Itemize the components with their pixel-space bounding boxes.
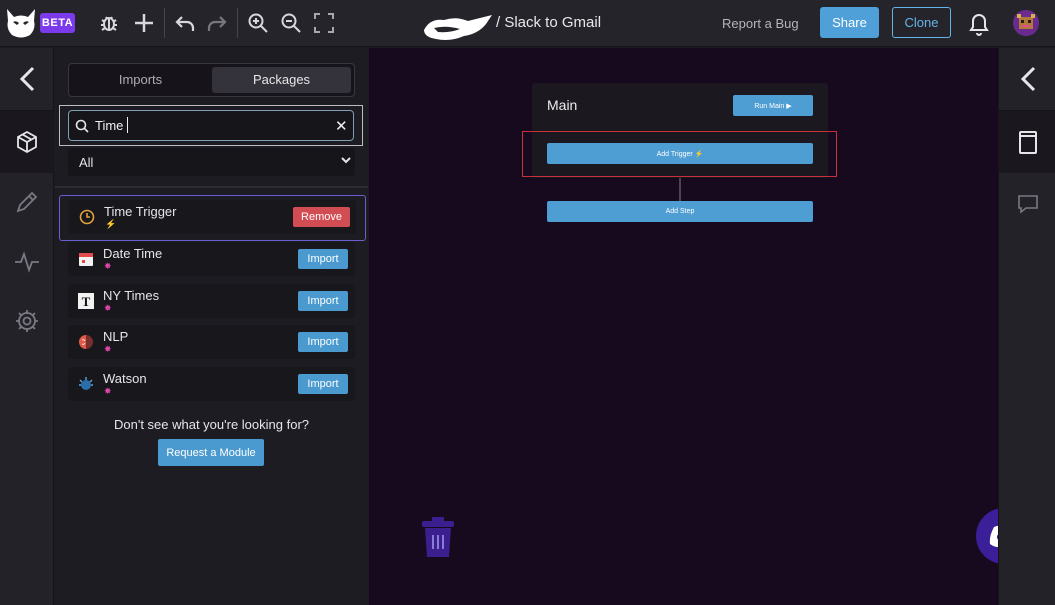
avatar-icon <box>1013 10 1039 36</box>
import-button[interactable]: Import <box>298 332 348 352</box>
toolbar-divider <box>164 8 165 38</box>
redacted-username <box>424 15 492 40</box>
collapse-panel-button[interactable] <box>0 48 54 110</box>
undo-icon[interactable] <box>174 12 196 34</box>
rail-item-edit[interactable] <box>0 171 54 233</box>
list-item[interactable]: Date Time ✸ Import <box>68 242 355 276</box>
share-button[interactable]: Share <box>820 7 879 38</box>
search-icon <box>75 119 89 133</box>
nytimes-icon: T <box>78 293 94 309</box>
watson-icon <box>79 377 93 390</box>
package-name: Watson <box>103 371 147 386</box>
beta-badge: BETA <box>40 13 75 33</box>
list-item-body: Time Trigger ⚡ Remove <box>69 200 356 234</box>
tab-imports[interactable]: Imports <box>72 67 209 93</box>
chevron-left-icon <box>19 66 35 92</box>
not-found-text: Don't see what you're looking for? <box>113 417 310 432</box>
clone-button[interactable]: Clone <box>892 7 951 38</box>
fullscreen-icon[interactable] <box>313 12 335 34</box>
packages-panel: Imports Packages Time ✕ All Time Trigger… <box>55 48 368 605</box>
right-rail <box>998 48 1055 605</box>
pencil-icon <box>16 191 38 213</box>
add-icon[interactable] <box>133 12 155 34</box>
import-button[interactable]: Import <box>298 374 348 394</box>
brain-icon <box>79 335 93 349</box>
search-value: Time <box>95 118 124 133</box>
action-badge-icon: ✸ <box>104 344 112 354</box>
panel-divider <box>55 186 368 188</box>
rail-item-activity[interactable] <box>0 230 54 292</box>
list-item[interactable]: NLP ✸ Import <box>68 325 355 359</box>
list-item[interactable]: T NY Times ✸ Import <box>68 284 355 318</box>
rail-item-comments[interactable] <box>999 173 1055 235</box>
category-select[interactable]: All <box>68 148 355 176</box>
top-bar: BETA / Slack to Gmail Report a Bug Share… <box>0 0 1055 47</box>
action-badge-icon: ✸ <box>104 386 112 396</box>
collapse-right-panel-button[interactable] <box>999 48 1055 110</box>
rail-item-packages[interactable] <box>0 111 54 173</box>
request-module-button[interactable]: Request a Module <box>158 439 264 466</box>
left-rail <box>0 48 54 605</box>
svg-text:T: T <box>82 294 91 309</box>
gear-icon <box>16 310 38 332</box>
panel-tabs: Imports Packages <box>68 63 355 97</box>
package-icon <box>17 130 37 154</box>
action-badge-icon: ✸ <box>104 261 112 271</box>
chevron-down-icon <box>341 157 351 164</box>
run-main-button[interactable]: Run Main ▶ <box>733 95 813 116</box>
bug-icon[interactable] <box>98 12 120 34</box>
text-caret <box>127 117 128 133</box>
comment-icon <box>1017 195 1038 214</box>
toolbar-divider <box>237 8 238 38</box>
package-name: Date Time <box>103 246 163 261</box>
flow-title: Main <box>547 97 578 113</box>
list-item[interactable]: Time Trigger ⚡ Remove <box>59 195 366 241</box>
activity-icon <box>15 251 39 273</box>
action-badge-icon: ✸ <box>104 303 112 313</box>
trigger-badge-icon: ⚡ <box>105 219 117 229</box>
list-item[interactable]: Watson ✸ Import <box>68 367 355 401</box>
search-input[interactable]: Time ✕ <box>68 110 354 141</box>
zoom-in-icon[interactable] <box>247 12 269 34</box>
logo-icon[interactable] <box>4 7 38 39</box>
calendar-icon <box>79 253 93 266</box>
trash-icon[interactable] <box>421 517 455 559</box>
package-name: Time Trigger <box>104 204 177 219</box>
project-title: / Slack to Gmail <box>496 14 602 31</box>
import-button[interactable]: Import <box>298 291 348 311</box>
package-name: NY Times <box>103 288 160 303</box>
rail-item-docs[interactable] <box>999 111 1055 173</box>
category-select-value: All <box>79 155 94 170</box>
rail-item-settings[interactable] <box>0 290 54 352</box>
clock-icon <box>79 209 95 225</box>
import-button[interactable]: Import <box>298 249 348 269</box>
bell-icon[interactable] <box>967 11 991 37</box>
flow-connector <box>679 178 681 201</box>
search-focus-outline: Time ✕ <box>59 105 363 146</box>
clear-search-icon[interactable]: ✕ <box>335 117 348 135</box>
workflow-canvas[interactable]: Main Run Main ▶ Add Trigger ⚡ Add Step <box>369 48 1032 605</box>
avatar[interactable] <box>1013 10 1039 36</box>
package-name: NLP <box>103 329 129 344</box>
zoom-out-icon[interactable] <box>280 12 302 34</box>
tab-packages[interactable]: Packages <box>212 67 351 93</box>
report-bug-link[interactable]: Report a Bug <box>722 16 799 31</box>
redo-icon[interactable] <box>206 12 228 34</box>
add-step-button[interactable]: Add Step <box>547 201 813 222</box>
chevron-left-icon <box>1020 66 1035 92</box>
remove-button[interactable]: Remove <box>293 207 350 227</box>
document-icon <box>1018 131 1037 154</box>
add-trigger-button[interactable]: Add Trigger ⚡ <box>547 143 813 164</box>
